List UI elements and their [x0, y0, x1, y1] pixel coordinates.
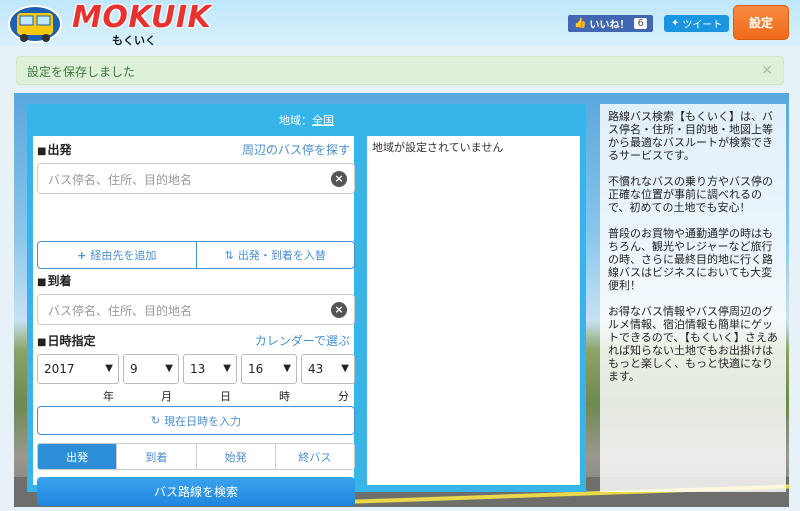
dropdown-arrow-icon: ▼	[223, 363, 231, 374]
search-panel: 地域：全国 ■出発 周辺のバス停を探す バス停名、住所、目的地名 × + 経由先…	[27, 104, 586, 506]
hour-select[interactable]: 16 ▼	[241, 354, 297, 384]
now-datetime-button[interactable]: ↻ 現在日時を入力	[37, 406, 355, 435]
facebook-like-button[interactable]: 👍 いいね！ 6	[568, 15, 653, 32]
like-label: いいね！	[589, 20, 630, 31]
year-select[interactable]: 2017 ▼	[37, 354, 119, 384]
region-link[interactable]: 全国	[312, 114, 334, 127]
clear-arrival-icon[interactable]: ×	[331, 302, 347, 318]
service-description: 路線バス検索【もくいく】は、バス停名・住所・目的地・地図上等から最適なバスルート…	[600, 104, 786, 492]
like-count: 6	[634, 18, 647, 29]
dropdown-arrow-icon: ▼	[283, 363, 291, 374]
departure-placeholder: バス停名、住所、目的地名	[48, 173, 193, 187]
tab-first-bus[interactable]: 始発	[195, 444, 275, 469]
tab-departure[interactable]: 出発	[38, 444, 117, 469]
search-button[interactable]: バス路線を検索	[37, 477, 355, 506]
departure-input[interactable]: バス停名、住所、目的地名 ×	[37, 163, 355, 194]
arrival-input[interactable]: バス停名、住所、目的地名 ×	[37, 294, 355, 325]
tweet-button[interactable]: ✦ ツイート	[664, 15, 730, 32]
dropdown-arrow-icon: ▼	[165, 363, 173, 374]
calendar-link[interactable]: カレンダーで選ぶ	[255, 332, 350, 349]
success-alert: 設定を保存しました ×	[16, 56, 784, 85]
description-paragraph: 普段のお買物や通勤通学の時はもちろん、観光やレジャーなど旅行の時、さらに最終目的…	[608, 227, 773, 292]
arrival-label-row-visible: ■到着	[37, 272, 350, 288]
logo-subtitle: もくいく	[112, 34, 156, 47]
day-select[interactable]: 13 ▼	[183, 354, 237, 384]
unit-hour: 時	[279, 390, 290, 403]
logo-text[interactable]: MOKUIK	[72, 0, 211, 35]
datetime-selects: 2017 ▼ 9 ▼ 13 ▼ 16 ▼ 43 ▼	[37, 354, 355, 384]
bus-logo-icon[interactable]	[6, 2, 64, 44]
unit-day: 日	[220, 390, 231, 403]
departure-label: ■出発	[37, 142, 72, 157]
departure-label-row: ■出発 周辺のバス停を探す	[37, 141, 350, 157]
month-select[interactable]: 9 ▼	[123, 354, 179, 384]
description-paragraph: お得なバス情報やバス停周辺のグルメ情報、宿泊情報も簡単にゲットできるので、【もく…	[608, 305, 778, 383]
twitter-bird-icon: ✦	[671, 18, 680, 29]
description-paragraph: 不慣れなバスの乗り方やバス停の正確な位置が事前に調べれるので、初めての土地でも安…	[608, 175, 773, 214]
unit-month: 月	[161, 390, 172, 403]
datetime-label-row: ■日時指定 カレンダーで選ぶ	[37, 332, 350, 348]
tab-last-bus[interactable]: 終バス	[274, 444, 354, 469]
arrival-label-row	[37, 240, 350, 256]
dropdown-arrow-icon: ▼	[341, 363, 349, 374]
tweet-label: ツイート	[682, 20, 723, 31]
arrival-placeholder: バス停名、住所、目的地名	[48, 304, 193, 318]
unit-year: 年	[103, 390, 114, 403]
result-message: 地域が設定されていません	[372, 141, 504, 154]
region-prefix: 地域：	[279, 114, 312, 127]
result-area: 地域が設定されていません	[367, 136, 580, 485]
time-type-tabs: 出発 到着 始発 終バス	[37, 443, 355, 470]
clear-departure-icon[interactable]: ×	[331, 171, 347, 187]
datetime-label: ■日時指定	[37, 333, 96, 348]
dropdown-arrow-icon: ▼	[105, 363, 113, 374]
close-icon[interactable]: ×	[761, 62, 773, 78]
refresh-icon: ↻	[150, 414, 161, 427]
header: MOKUIK もくいく 👍 いいね！ 6 ✦ ツイート 設定	[0, 0, 800, 47]
unit-minute: 分	[338, 390, 349, 403]
alert-message: 設定を保存しました	[27, 65, 136, 79]
arrival-label: ■到着	[37, 273, 72, 288]
thumbs-up-icon: 👍	[574, 18, 587, 29]
search-form: ■出発 周辺のバス停を探す バス停名、住所、目的地名 × + 経由先を追加 ⇅ …	[33, 136, 355, 506]
tab-arrival[interactable]: 到着	[116, 444, 195, 469]
minute-select[interactable]: 43 ▼	[301, 354, 355, 384]
datetime-units: 年 月 日 時 分	[37, 388, 355, 403]
nearby-stops-link[interactable]: 周辺のバス停を探す	[242, 141, 350, 158]
description-paragraph: 路線バス検索【もくいく】は、バス停名・住所・目的地・地図上等から最適なバスルート…	[608, 110, 773, 162]
settings-button[interactable]: 設定	[733, 5, 789, 40]
region-indicator: 地域：全国	[27, 112, 586, 128]
